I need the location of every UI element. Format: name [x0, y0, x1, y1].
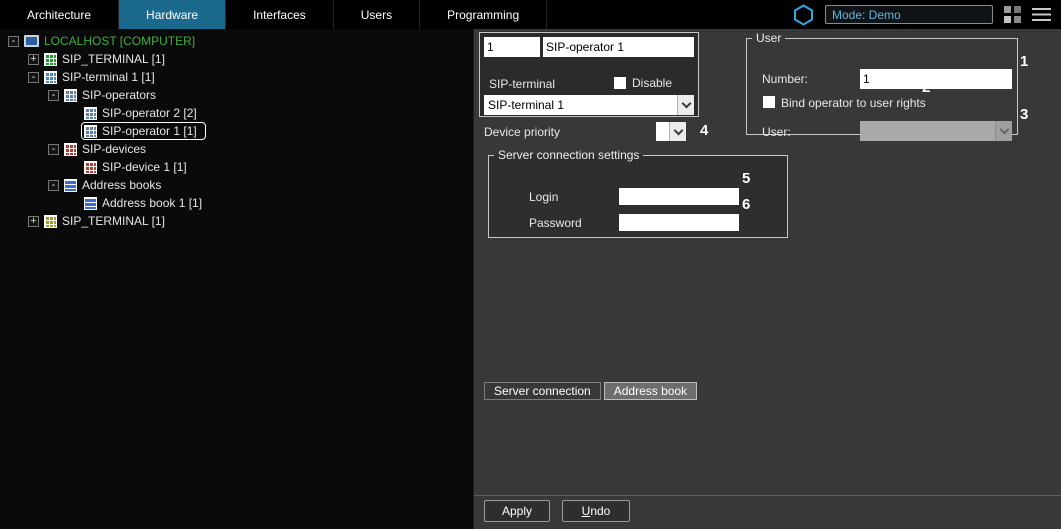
terminal-select-value: SIP-terminal 1	[484, 98, 677, 112]
annotation-3: 3	[1020, 106, 1028, 123]
selection-highlight: SIP-operator 1 [1]	[81, 122, 206, 140]
user-select-disabled	[860, 121, 1012, 141]
address-book-icon	[84, 197, 97, 210]
user-label: User:	[762, 125, 791, 139]
tab-interfaces[interactable]: Interfaces	[226, 0, 334, 29]
hamburger-menu-icon[interactable]	[1032, 8, 1051, 21]
annotation-5: 5	[742, 170, 750, 187]
properties-panel: SIP-terminal Disable SIP-terminal 1 Devi…	[473, 29, 1061, 529]
tree-item-sip-devices[interactable]: - SIP-devices	[0, 140, 473, 158]
undo-button-label: Undo	[563, 504, 629, 518]
tree-item-address-book-1[interactable]: Address book 1 [1]	[0, 194, 473, 212]
operator-number-input[interactable]	[484, 37, 540, 57]
tree-item-label: SIP-operators	[82, 88, 156, 102]
address-books-icon	[64, 179, 77, 192]
hardware-tree-panel: - LOCALHOST [COMPUTER] + SIP_TERMINAL [1…	[0, 29, 473, 529]
user-group: User Number: Bind operator to user right…	[746, 31, 1018, 135]
main-tabs: Architecture Hardware Interfaces Users P…	[0, 0, 547, 29]
tree-item-sip-terminal-a[interactable]: + SIP_TERMINAL [1]	[0, 50, 473, 68]
tab-users[interactable]: Users	[334, 0, 420, 29]
tree-item-label: Address book 1 [1]	[102, 196, 202, 210]
chevron-down-icon	[995, 121, 1012, 141]
tree-item-sip-operator-1[interactable]: SIP-operator 1 [1]	[0, 122, 473, 140]
disable-checkbox[interactable]	[614, 77, 626, 89]
bind-user-rights-label: Bind operator to user rights	[781, 96, 926, 110]
tree-item-label: SIP-terminal 1 [1]	[62, 70, 155, 84]
expander-icon[interactable]: -	[48, 90, 59, 101]
login-input[interactable]	[619, 188, 739, 205]
tree-item-label: SIP_TERMINAL [1]	[62, 52, 165, 66]
operator-icon	[84, 125, 97, 138]
device-priority-label: Device priority	[484, 125, 560, 139]
topbar-right-cluster: Mode: Demo	[793, 0, 1061, 29]
device-icon	[84, 161, 97, 174]
operator-icon	[84, 107, 97, 120]
tab-hardware[interactable]: Hardware	[119, 0, 226, 29]
annotation-2: 2	[922, 79, 930, 96]
bind-user-rights-checkbox[interactable]	[763, 96, 775, 108]
operators-icon	[64, 89, 77, 102]
tab-address-book[interactable]: Address book	[604, 382, 697, 400]
mode-text: Mode: Demo	[832, 8, 901, 22]
terminal-blue-icon	[44, 71, 57, 84]
expander-icon[interactable]: -	[48, 180, 59, 191]
password-label: Password	[529, 216, 582, 230]
annotation-6: 6	[742, 196, 750, 213]
sip-terminal-label: SIP-terminal	[489, 77, 555, 91]
devices-icon	[64, 143, 77, 156]
terminal-yellow-icon	[44, 215, 57, 228]
expander-icon[interactable]: -	[48, 144, 59, 155]
bottom-tabstrip: Server connection Address book	[484, 382, 697, 400]
tree-item-localhost[interactable]: - LOCALHOST [COMPUTER]	[0, 32, 473, 50]
server-connection-settings-group: Server connection settings Login Passwor…	[488, 148, 788, 238]
terminal-select[interactable]: SIP-terminal 1	[484, 95, 694, 115]
tab-server-connection[interactable]: Server connection	[484, 382, 601, 400]
tree-item-label: SIP-operator 1 [1]	[102, 124, 197, 138]
disable-label: Disable	[632, 76, 672, 90]
expander-icon[interactable]: +	[28, 216, 39, 227]
tab-programming[interactable]: Programming	[420, 0, 547, 29]
expander-icon[interactable]: -	[8, 36, 19, 47]
top-navigation-bar: Architecture Hardware Interfaces Users P…	[0, 0, 1061, 29]
mode-indicator: Mode: Demo	[825, 5, 993, 24]
tree-item-address-books[interactable]: - Address books	[0, 176, 473, 194]
tab-architecture[interactable]: Architecture	[0, 0, 119, 29]
tree-item-sip-device-1[interactable]: SIP-device 1 [1]	[0, 158, 473, 176]
number-label: Number:	[762, 72, 808, 86]
window-grid-icon[interactable]	[1004, 6, 1021, 23]
password-input[interactable]	[619, 214, 739, 231]
expander-icon[interactable]: -	[28, 72, 39, 83]
tree-item-label: SIP_TERMINAL [1]	[62, 214, 165, 228]
terminal-green-icon	[44, 53, 57, 66]
undo-button[interactable]: Undo	[562, 500, 630, 522]
annotation-1: 1	[1020, 53, 1028, 70]
chevron-down-icon	[677, 95, 694, 115]
apply-button-label: Apply	[485, 504, 549, 518]
operator-name-input[interactable]	[543, 37, 694, 57]
tree-item-label: LOCALHOST [COMPUTER]	[44, 34, 195, 48]
login-label: Login	[529, 190, 558, 204]
user-group-title: User	[752, 31, 785, 45]
server-connection-settings-title: Server connection settings	[494, 148, 643, 162]
tree-item-label: SIP-device 1 [1]	[102, 160, 187, 174]
tree-item-label: SIP-operator 2 [2]	[102, 106, 197, 120]
device-priority-select[interactable]	[656, 122, 686, 141]
hexagon-logo-icon	[793, 4, 814, 26]
chevron-down-icon	[669, 122, 686, 141]
annotation-4: 4	[700, 122, 708, 139]
tree-item-label: Address books	[82, 178, 161, 192]
user-number-input[interactable]	[860, 69, 1012, 89]
computer-icon	[24, 35, 39, 47]
tree-item-sip-operator-2[interactable]: SIP-operator 2 [2]	[0, 104, 473, 122]
expander-icon[interactable]: +	[28, 54, 39, 65]
tree-item-sip-terminal-b[interactable]: + SIP_TERMINAL [1]	[0, 212, 473, 230]
operator-identity-box: SIP-terminal Disable SIP-terminal 1	[479, 32, 699, 117]
tree-item-sip-terminal-1[interactable]: - SIP-terminal 1 [1]	[0, 68, 473, 86]
tree-item-label: SIP-devices	[82, 142, 146, 156]
apply-button[interactable]: Apply	[484, 500, 550, 522]
button-bar-divider	[474, 495, 1061, 496]
tree-item-sip-operators[interactable]: - SIP-operators	[0, 86, 473, 104]
